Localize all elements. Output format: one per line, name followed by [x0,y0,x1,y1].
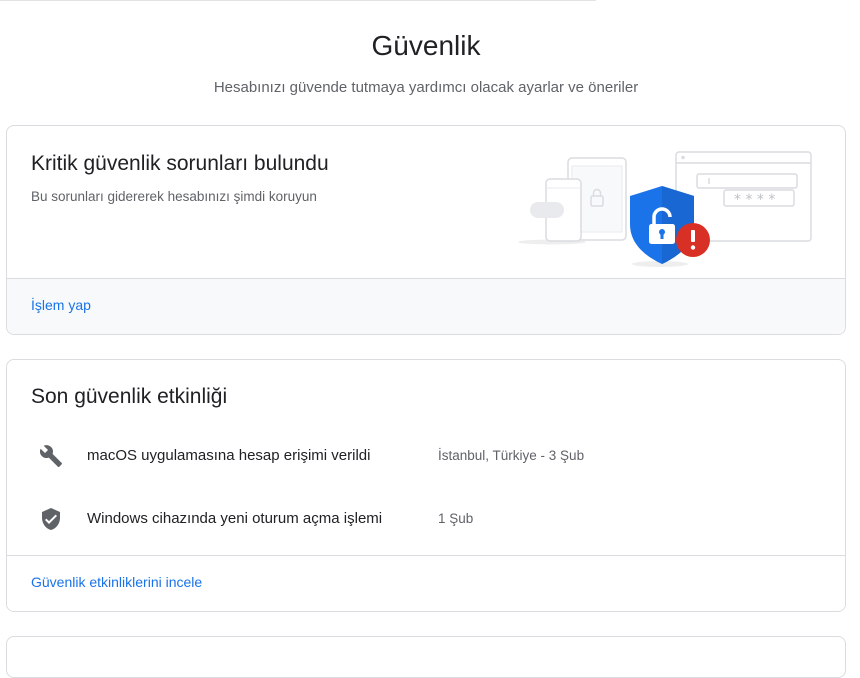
recent-activity-card: Son güvenlik etkinliği macOS uygulamasın… [6,359,846,612]
critical-issues-title: Kritik güvenlik sorunları bulundu [31,152,329,175]
top-divider [0,0,596,1]
security-alert-illustration: * * * * [518,151,812,267]
shield-check-icon [42,508,60,530]
page-title: Güvenlik [371,30,481,61]
review-activity-link[interactable]: Güvenlik etkinliklerini incele [31,574,202,590]
next-card-partial [6,636,846,678]
activity-text: macOS uygulamasına hesap erişimi verildi [87,447,371,464]
activity-meta: İstanbul, Türkiye - 3 Şub [438,448,585,463]
recent-activity-footer: Güvenlik etkinliklerini incele [7,555,845,611]
critical-issues-description: Bu sorunları gidererek hesabınızı şimdi … [31,189,317,204]
phone-graphic [518,178,586,245]
recent-activity-title: Son güvenlik etkinliği [31,385,228,408]
activity-row[interactable]: macOS uygulamasına hesap erişimi verildi… [7,436,845,476]
page-subtitle: Hesabınızı güvende tutmaya yardımcı olac… [213,79,639,96]
svg-text:* * * *: * * * * [734,192,775,208]
critical-issues-card: Kritik güvenlik sorunları bulundu Bu sor… [6,125,846,335]
take-action-link[interactable]: İşlem yap [31,297,91,313]
alert-badge-icon [676,223,710,257]
wrench-icon [39,445,62,467]
activity-text: Windows cihazında yeni oturum açma işlem… [87,510,383,527]
activity-meta: 1 Şub [438,511,474,526]
critical-issues-footer: İşlem yap [7,278,845,334]
activity-row[interactable]: Windows cihazında yeni oturum açma işlem… [7,499,845,539]
